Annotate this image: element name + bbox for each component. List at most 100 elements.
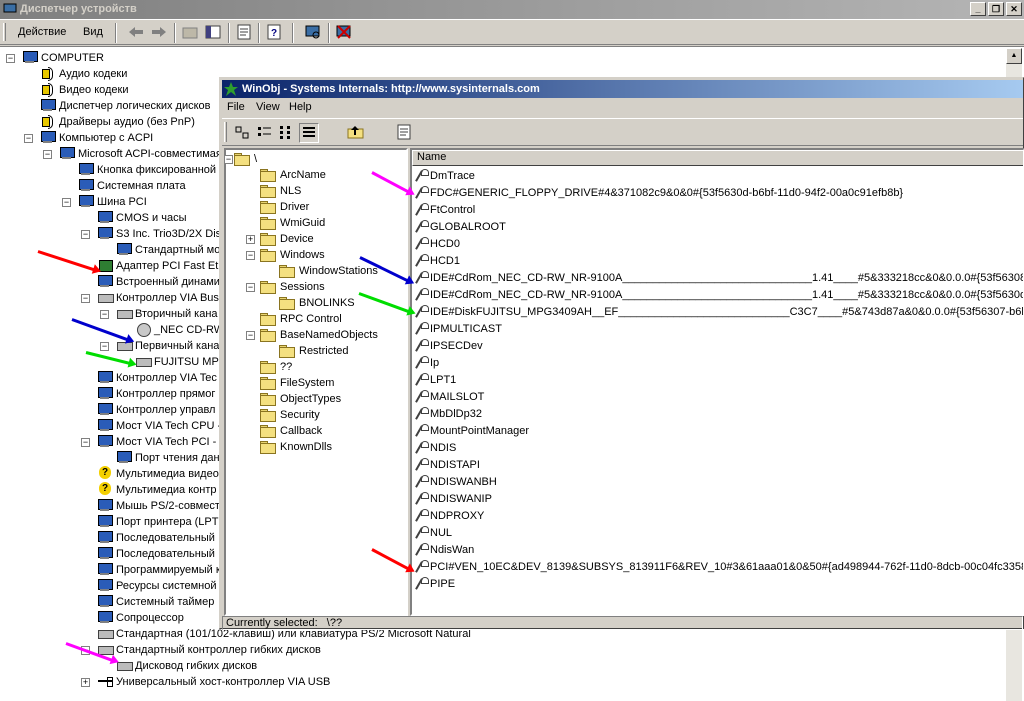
help-icon[interactable]: ? (264, 23, 286, 43)
namespace-folder[interactable]: Restricted (279, 343, 349, 359)
namespace-folder[interactable]: Sessions (260, 279, 325, 295)
expand-collapse-toggle[interactable]: − (43, 150, 52, 159)
object-list-item[interactable]: DmTrace (416, 168, 475, 185)
namespace-folder[interactable]: ?? (260, 359, 292, 375)
namespace-folder[interactable]: ObjectTypes (260, 391, 341, 407)
up-one-level-icon[interactable] (346, 123, 366, 143)
device-tree-item[interactable]: Кнопка фиксированной (78, 162, 216, 178)
object-list-item[interactable]: NUL (416, 525, 452, 542)
namespace-folder[interactable]: KnownDlls (260, 439, 332, 455)
device-tree-item[interactable]: Ресурсы системной (97, 578, 217, 594)
uninstall-icon[interactable] (334, 23, 356, 43)
namespace-folder[interactable]: ArcName (260, 167, 326, 183)
device-tree-item[interactable]: Стандартный мо (116, 242, 220, 258)
expand-collapse-toggle[interactable]: − (81, 294, 90, 303)
device-tree-item[interactable]: Мост VIA Tech CPU - (97, 418, 221, 434)
expand-collapse-toggle[interactable]: − (246, 283, 255, 292)
show-hide-tree-icon[interactable] (203, 23, 225, 43)
object-list-item[interactable]: FDC#GENERIC_FLOPPY_DRIVE#4&371082c9&0&0#… (416, 185, 903, 202)
namespace-folder[interactable]: RPC Control (260, 311, 342, 327)
scroll-up-button[interactable]: ▲ (1006, 48, 1022, 64)
object-list-item[interactable]: NdisWan (416, 542, 474, 559)
object-list-item[interactable]: MountPointManager (416, 423, 529, 440)
menu-file[interactable]: File (227, 101, 245, 113)
device-tree-item[interactable]: Системная плата (78, 178, 186, 194)
namespace-folder[interactable]: WmiGuid (260, 215, 325, 231)
expand-collapse-toggle[interactable]: − (6, 54, 15, 63)
device-tree-item[interactable]: Контроллер VIA Tec (97, 370, 217, 386)
object-list-item[interactable]: GLOBALROOT (416, 219, 506, 236)
object-list-item[interactable]: Ip (416, 355, 439, 372)
up-folder-icon[interactable] (180, 23, 202, 43)
menu-help[interactable]: Help (289, 101, 312, 113)
device-tree-item[interactable]: Сопроцессор (97, 610, 184, 626)
device-tree-item[interactable]: FUJITSU MPG (135, 354, 227, 370)
expand-collapse-toggle[interactable]: − (81, 230, 90, 239)
object-list-item[interactable]: NDIS (416, 440, 456, 457)
expand-collapse-toggle[interactable]: − (100, 342, 109, 351)
object-list-item[interactable]: MbDlDp32 (416, 406, 482, 423)
device-tree-item[interactable]: Контроллер прямог (97, 386, 215, 402)
object-list-item[interactable]: HCD0 (416, 236, 460, 253)
menu-action[interactable]: Действие (18, 26, 66, 38)
name-column-header[interactable]: Name (412, 150, 1023, 166)
menu-view[interactable]: Вид (83, 26, 103, 38)
device-tree-item[interactable]: Диспетчер логических дисков (40, 98, 211, 114)
list-view-icon[interactable] (277, 123, 297, 143)
back-button[interactable] (126, 23, 148, 43)
large-icons-icon[interactable] (233, 123, 253, 143)
device-tree-item[interactable]: Контроллер управл (97, 402, 215, 418)
object-properties-icon[interactable] (394, 123, 414, 143)
device-tree-item[interactable]: Дисковод гибких дисков (116, 658, 257, 674)
restore-button[interactable]: ❐ (988, 2, 1004, 16)
device-tree-item[interactable]: Системный таймер (97, 594, 214, 610)
device-tree-item[interactable]: Мост VIA Tech PCI - (97, 434, 216, 450)
close-button[interactable]: ✕ (1006, 2, 1022, 16)
device-tree-item[interactable]: Драйверы аудио (без PnP) (40, 114, 195, 130)
expand-collapse-toggle[interactable]: − (81, 438, 90, 447)
expand-collapse-toggle[interactable]: − (224, 155, 233, 164)
device-tree-item[interactable]: COMPUTER (22, 50, 104, 66)
object-list-item[interactable]: IDE#DiskFUJITSU_MPG3409AH__EF___________… (416, 304, 1023, 321)
device-tree-item[interactable]: Порт принтера (LPT (97, 514, 218, 530)
device-tree-item[interactable]: Встроенный динами (97, 274, 220, 290)
minimize-button[interactable]: _ (970, 2, 986, 16)
expand-collapse-toggle[interactable]: − (246, 331, 255, 340)
device-tree-item[interactable]: Контроллер VIA Bus (97, 290, 219, 306)
device-tree-item[interactable]: Мультимедиа контр (97, 482, 216, 498)
object-list-item[interactable]: HCD1 (416, 253, 460, 270)
device-tree-item[interactable]: Видео кодеки (40, 82, 129, 98)
device-tree-item[interactable]: Последовательный (97, 530, 215, 546)
object-list-item[interactable]: IDE#CdRom_NEC_CD-RW_NR-9100A____________… (416, 270, 1023, 287)
scan-hardware-icon[interactable] (303, 23, 325, 43)
properties-icon[interactable] (234, 23, 256, 43)
device-tree-item[interactable]: Программируемый к (97, 562, 221, 578)
device-tree-item[interactable]: Мультимедиа видео (97, 466, 219, 482)
object-list-item[interactable]: NDISWANBH (416, 474, 497, 491)
object-list-item[interactable]: IPSECDev (416, 338, 483, 355)
expand-collapse-toggle[interactable]: + (81, 678, 90, 687)
menu-view-winobj[interactable]: View (256, 101, 280, 113)
expand-collapse-toggle[interactable]: − (246, 251, 255, 260)
namespace-folder[interactable]: \ (234, 151, 257, 167)
device-tree-item[interactable]: Шина PCI (78, 194, 147, 210)
object-list-item[interactable]: NDISWANIP (416, 491, 492, 508)
namespace-folder[interactable]: Device (260, 231, 314, 247)
device-tree-item[interactable]: Мышь PS/2-совмести (97, 498, 226, 514)
namespace-folder[interactable]: Callback (260, 423, 322, 439)
object-list-item[interactable]: NDPROXY (416, 508, 484, 525)
device-tree-item[interactable]: _NEC CD-RW (135, 322, 224, 338)
device-tree-item[interactable]: Microsoft ACPI-совместимая (59, 146, 222, 162)
namespace-folder[interactable]: NLS (260, 183, 301, 199)
object-list-item[interactable]: IDE#CdRom_NEC_CD-RW_NR-9100A____________… (416, 287, 1023, 304)
namespace-folder[interactable]: WindowStations (279, 263, 378, 279)
device-tree-item[interactable]: Адаптер PCI Fast Et (97, 258, 218, 274)
object-list-item[interactable]: FtControl (416, 202, 475, 219)
namespace-folder[interactable]: BNOLINKS (279, 295, 355, 311)
object-list-item[interactable]: LPT1 (416, 372, 456, 389)
object-list-item[interactable]: NDISTAPI (416, 457, 480, 474)
device-tree-item[interactable]: Компьютер с ACPI (40, 130, 153, 146)
object-list-item[interactable]: PCI#VEN_10EC&DEV_8139&SUBSYS_813911F6&RE… (416, 559, 1023, 576)
device-tree-item[interactable]: Вторичный кана (116, 306, 218, 322)
device-tree-item[interactable]: CMOS и часы (97, 210, 187, 226)
